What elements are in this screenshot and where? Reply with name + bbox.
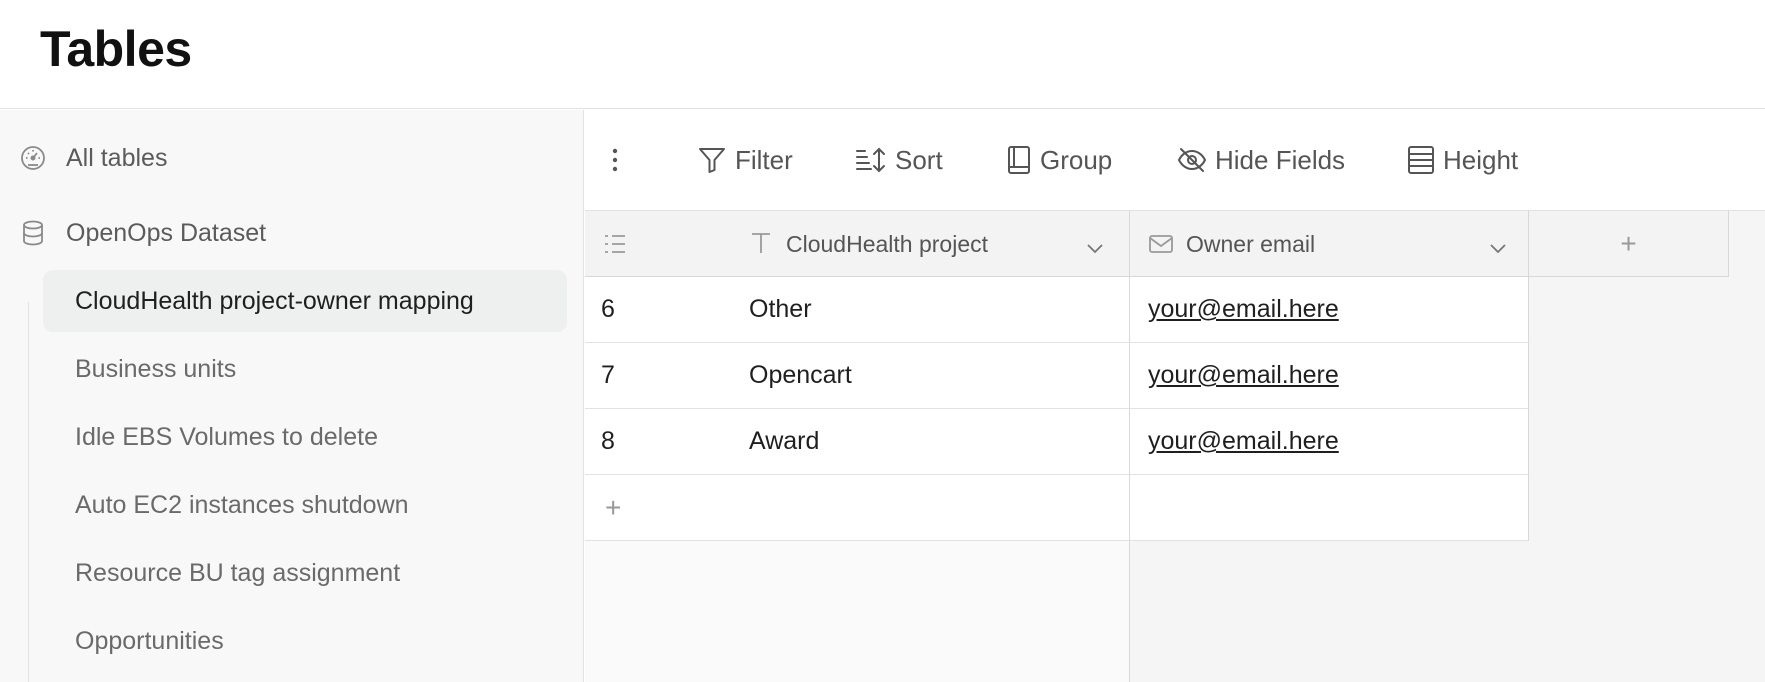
project-value: Opencart	[749, 361, 852, 389]
column-label: Owner email	[1186, 230, 1316, 257]
group-button[interactable]: Group	[1006, 140, 1112, 180]
sidebar-table-item[interactable]: Auto EC2 instances shutdown	[43, 474, 567, 536]
sidebar-table-item[interactable]: Resource BU tag assignment	[43, 542, 567, 604]
sidebar-table-item[interactable]: Opportunities	[43, 610, 567, 672]
sort-label: Sort	[895, 144, 943, 175]
sort-button[interactable]: Sort	[855, 140, 943, 180]
table-item-label: Idle EBS Volumes to delete	[75, 422, 378, 451]
hide-fields-label: Hide Fields	[1215, 144, 1346, 175]
mail-icon	[1148, 233, 1174, 261]
page-title: Tables	[40, 21, 192, 77]
sidebar-table-item[interactable]: CloudHealth project-owner mapping	[43, 270, 567, 332]
filter-button[interactable]: Filter	[697, 140, 793, 180]
table-item-label: Auto EC2 instances shutdown	[75, 490, 409, 519]
header: Tables	[0, 0, 1765, 109]
project-value: Award	[749, 427, 820, 455]
table-item-label: CloudHealth project-owner mapping	[75, 286, 474, 315]
sidebar: All tables OpenOps Dataset CloudHealth p…	[0, 110, 584, 682]
eye-off-icon	[1177, 148, 1207, 172]
email-link[interactable]: your@email.here	[1148, 295, 1339, 324]
chevron-down-icon[interactable]	[1488, 235, 1508, 262]
sidebar-item-all-tables[interactable]: All tables	[18, 138, 167, 178]
add-row-button[interactable]: +	[585, 475, 1130, 541]
group-label: Group	[1040, 144, 1113, 175]
add-row-empty-cell[interactable]	[1130, 475, 1529, 541]
email-cell[interactable]: your@email.here	[1130, 409, 1529, 475]
row-id: 8	[601, 427, 615, 455]
height-button[interactable]: Height	[1407, 140, 1518, 180]
column-label: CloudHealth project	[786, 230, 989, 257]
sidebar-table-item[interactable]: Business units	[43, 338, 567, 400]
email-link[interactable]: your@email.here	[1148, 427, 1339, 456]
text-type-icon	[750, 231, 772, 261]
sidebar-table-item[interactable]: Idle EBS Volumes to delete	[43, 406, 567, 468]
email-link[interactable]: your@email.here	[1148, 361, 1339, 390]
sort-icon	[856, 147, 885, 173]
sidebar-item-dataset[interactable]: OpenOps Dataset	[18, 213, 266, 253]
column-header-project[interactable]: CloudHealth project	[585, 211, 1130, 277]
row-id: 7	[601, 361, 615, 389]
plus-icon: +	[605, 491, 622, 523]
group-icon	[1008, 146, 1030, 174]
row-id-cell[interactable]: 6 Other	[585, 277, 1130, 343]
filter-label: Filter	[735, 144, 793, 175]
sidebar-item-label: All tables	[66, 143, 168, 172]
table-item-label: Business units	[75, 354, 237, 383]
kebab-icon[interactable]	[609, 146, 621, 179]
table-item-label: Opportunities	[75, 626, 224, 655]
tree-line	[28, 302, 29, 682]
email-cell[interactable]: your@email.here	[1130, 277, 1529, 343]
chevron-down-icon[interactable]	[1085, 235, 1105, 262]
row-id-cell[interactable]: 8 Award	[585, 409, 1130, 475]
plus-icon: +	[1620, 228, 1637, 259]
sidebar-item-label: OpenOps Dataset	[66, 218, 267, 247]
project-value: Other	[749, 295, 812, 323]
height-label: Height	[1443, 144, 1519, 175]
column-header-email[interactable]: Owner email	[1130, 211, 1529, 277]
database-icon	[18, 218, 48, 248]
dashboard-icon	[18, 143, 48, 173]
table-item-label: Resource BU tag assignment	[75, 558, 401, 587]
row-id-cell[interactable]: 7 Opencart	[585, 343, 1130, 409]
add-column-button[interactable]: +	[1529, 211, 1729, 277]
header-row: CloudHealth project Owner email +	[585, 211, 1729, 277]
row-height-icon	[1408, 146, 1434, 174]
filter-icon	[699, 148, 725, 173]
email-cell[interactable]: your@email.here	[1130, 343, 1529, 409]
hide-fields-button[interactable]: Hide Fields	[1177, 140, 1345, 180]
row-id: 6	[601, 295, 615, 323]
list-icon	[603, 233, 627, 261]
toolbar: Filter Sort Group Hide Fields Height	[585, 110, 1765, 211]
data-grid: CloudHealth project Owner email + 6 Othe…	[585, 211, 1765, 682]
